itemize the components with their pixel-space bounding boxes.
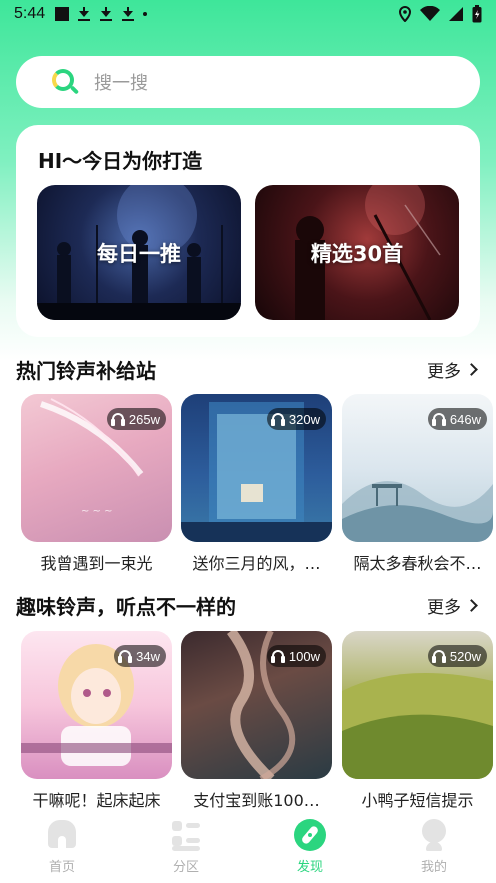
ringtone-cover: 646w [342,394,493,542]
headphones-icon [270,412,285,426]
ringtone-cover: 100w [181,631,332,779]
fun-section-title: 趣味铃声，听点不一样的 [16,594,236,619]
headphones-icon [431,649,446,663]
download-icon [121,6,135,22]
fun-section-header: 趣味铃声，听点不一样的 更多 [16,590,480,620]
tab-category[interactable]: 分区 [124,812,248,883]
ringtone-card[interactable]: 646w 隔太多春秋会不… [342,394,493,574]
play-count-badge: 34w [114,645,166,667]
tab-discover[interactable]: 发现 [248,812,372,883]
top30-tile[interactable]: 精选30首 [255,185,459,320]
more-notifications-dot [143,12,148,16]
headphones-icon [110,412,125,426]
today-title: HI～今日为你打造 [38,149,203,173]
fun-ringtone-list: 34w 干嘛呢！起床起床 100w 支付宝到账100… 520w 小鸭子短信提示 [21,631,496,816]
tab-label: 发现 [296,860,323,875]
download-icon [77,6,91,22]
tab-label: 我的 [420,860,447,875]
search-placeholder[interactable]: 搜一搜 [94,69,148,95]
top30-label: 精选30首 [310,241,404,266]
compass-icon [293,818,327,852]
ringtone-cover: 520w [342,631,493,779]
play-count: 520w [449,648,481,664]
more-label: 更多 [427,597,461,618]
play-count-badge: 646w [427,408,487,430]
play-count: 320w [288,411,320,427]
ringtone-card[interactable]: 34w 干嘛呢！起床起床 [21,631,172,811]
ringtone-cover: ~ ~ ~ 265w [21,394,172,542]
play-count: 100w [288,648,320,664]
play-count-badge: 520w [427,645,487,667]
more-label: 更多 [427,361,461,382]
ringtone-title: 干嘛呢！起床起床 [32,791,161,810]
notification-icon [55,7,70,21]
chevron-right-icon [465,362,478,376]
battery-icon [472,5,482,23]
headphones-icon [270,649,285,663]
hot-ringtone-list: ~ ~ ~ 265w 我曾遇到一束光 320w 送你三月的风，… 646w 隔太… [21,394,496,579]
play-count-badge: 100w [266,645,326,667]
ringtone-cover: 320w [181,394,332,542]
ringtone-title: 隔太多春秋会不… [353,554,482,573]
headphones-icon [118,649,133,663]
ringtone-card[interactable]: 320w 送你三月的风，… [181,394,332,574]
location-icon [398,6,412,22]
status-bar: 5:44 [0,0,496,28]
play-count: 646w [449,411,481,427]
svg-text:~ ~ ~: ~ ~ ~ [81,506,113,517]
download-icon [99,6,113,22]
today-recommend-card: HI～今日为你打造 每日一推 精选30首 [16,125,480,337]
play-count-badge: 265w [106,408,166,430]
ringtone-card[interactable]: 100w 支付宝到账100… [181,631,332,811]
wifi-icon [420,6,440,21]
tab-label: 首页 [48,860,75,875]
tab-profile[interactable]: 我的 [372,812,496,883]
daily-pick-tile[interactable]: 每日一推 [37,185,241,320]
hot-section-title: 热门铃声补给站 [16,358,156,383]
home-icon [45,818,79,852]
headphones-icon [431,412,446,426]
ringtone-title: 支付宝到账100… [193,791,320,810]
ringtone-card[interactable]: 520w 小鸭子短信提示 [342,631,493,811]
search-icon [50,67,80,97]
play-count: 265w [128,411,160,427]
ringtone-title: 送你三月的风，… [192,554,321,573]
play-count-badge: 320w [266,408,326,430]
search-bar[interactable]: 搜一搜 [16,56,480,108]
play-count: 34w [136,648,160,664]
bottom-tab-bar: 首页 分区 发现 我的 [0,812,496,883]
ringtone-cover: 34w [21,631,172,779]
status-time: 5:44 [14,5,46,22]
signal-icon [449,7,463,21]
tab-label: 分区 [172,860,199,875]
fun-more-link[interactable]: 更多 [427,593,480,618]
hot-more-link[interactable]: 更多 [427,357,480,382]
ringtone-card[interactable]: ~ ~ ~ 265w 我曾遇到一束光 [21,394,172,574]
tab-home[interactable]: 首页 [0,812,124,883]
daily-pick-label: 每日一推 [97,241,181,266]
hot-section-header: 热门铃声补给站 更多 [16,354,480,384]
chevron-right-icon [465,598,478,612]
profile-icon [417,818,451,852]
category-icon [169,818,203,852]
ringtone-title: 我曾遇到一束光 [40,554,153,573]
ringtone-title: 小鸭子短信提示 [361,791,474,810]
